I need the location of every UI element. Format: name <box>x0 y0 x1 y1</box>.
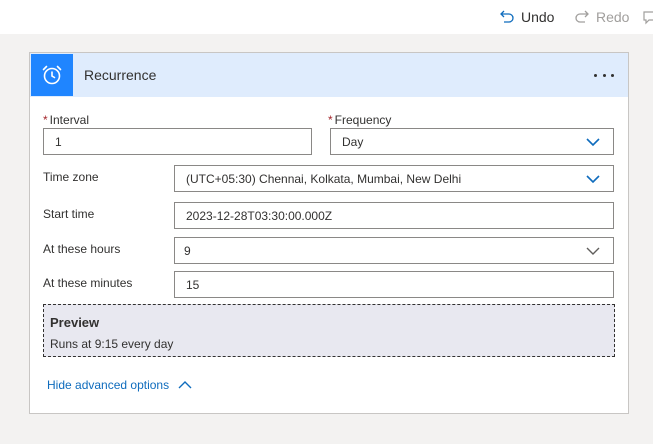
frequency-dropdown[interactable]: Day <box>330 128 614 155</box>
chevron-down-icon <box>586 247 600 255</box>
more-dot <box>594 73 597 77</box>
minutes-input[interactable]: 15 <box>174 271 614 298</box>
hours-label: At these hours <box>43 242 121 256</box>
hours-dropdown[interactable]: 9 <box>174 237 614 264</box>
card-title: Recurrence <box>84 67 157 83</box>
redo-button[interactable]: Redo <box>574 6 629 28</box>
chevron-up-icon <box>178 381 192 389</box>
timezone-dropdown[interactable]: (UTC+05:30) Chennai, Kolkata, Mumbai, Ne… <box>174 165 614 192</box>
recurrence-card: Recurrence * Interval 1 * Frequency Day Ti… <box>29 52 629 414</box>
redo-icon <box>575 10 589 23</box>
required-mark: * <box>328 113 333 127</box>
interval-label: * Interval <box>43 113 90 127</box>
interval-input[interactable]: 1 <box>43 128 312 155</box>
card-header[interactable]: Recurrence <box>30 53 628 97</box>
preview-panel: Preview Runs at 9:15 every day <box>43 304 615 357</box>
alarm-clock-icon <box>31 54 73 96</box>
frequency-label: * Frequency <box>328 113 392 127</box>
hide-advanced-options-link[interactable]: Hide advanced options <box>47 378 192 392</box>
start-time-label: Start time <box>43 207 95 221</box>
more-options-button[interactable] <box>590 65 618 85</box>
chevron-down-icon <box>586 138 600 147</box>
timezone-label: Time zone <box>43 170 99 184</box>
undo-icon <box>500 10 514 23</box>
more-dot <box>602 73 606 77</box>
required-mark: * <box>43 113 48 127</box>
more-dot <box>611 73 614 77</box>
undo-label: Undo <box>521 9 555 25</box>
preview-text: Runs at 9:15 every day <box>50 337 174 351</box>
preview-title: Preview <box>50 315 100 330</box>
comment-button[interactable] <box>643 6 653 28</box>
top-toolbar: Undo Redo <box>0 0 653 34</box>
redo-label: Redo <box>596 9 630 25</box>
start-time-input[interactable]: 2023-12-28T03:30:00.000Z <box>174 202 614 229</box>
comment-icon <box>643 11 653 25</box>
undo-button[interactable]: Undo <box>499 6 554 28</box>
minutes-label: At these minutes <box>43 276 133 290</box>
chevron-down-icon <box>586 175 600 184</box>
advanced-label: Hide advanced options <box>47 378 170 392</box>
